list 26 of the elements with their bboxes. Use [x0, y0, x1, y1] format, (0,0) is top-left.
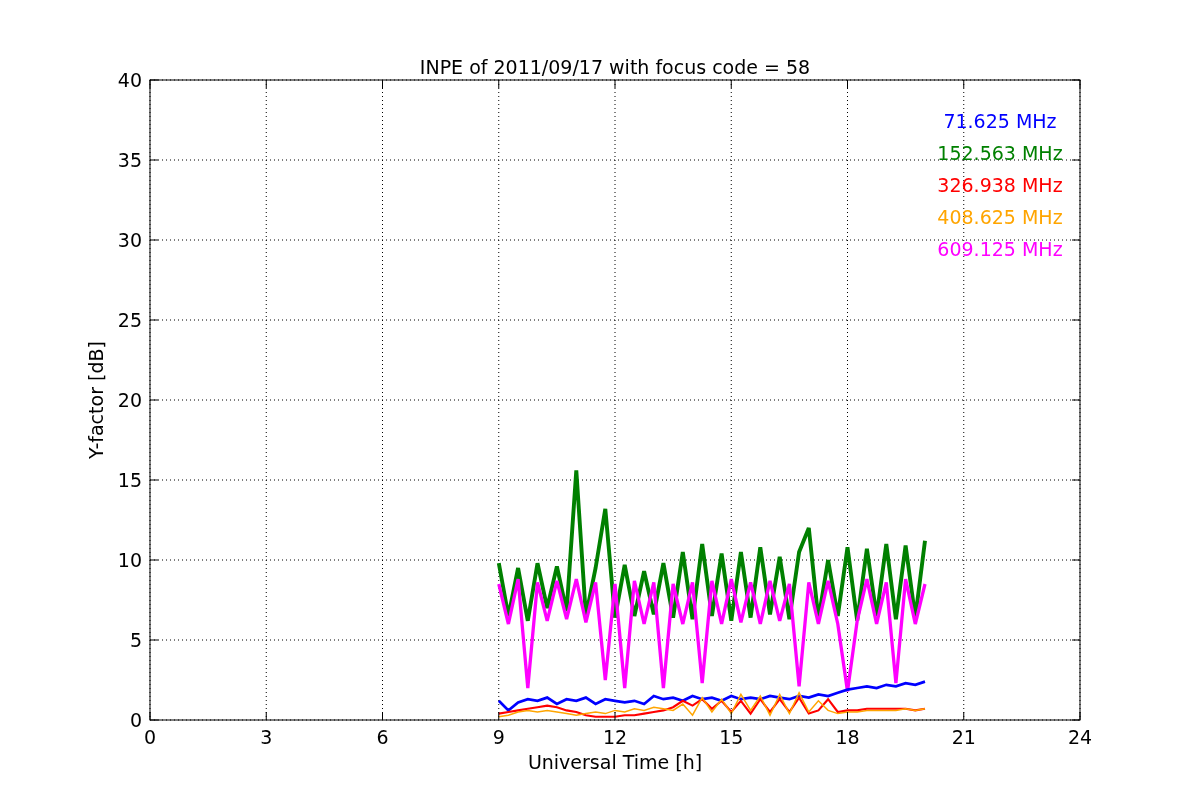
y-tick-label: 35 — [117, 149, 142, 171]
x-tick-label: 21 — [951, 726, 976, 748]
x-axis-label: Universal Time [h] — [527, 751, 703, 773]
y-tick-label: 5 — [129, 629, 142, 651]
y-tick-label: 0 — [129, 709, 142, 731]
legend-label: 152.563 MHz — [937, 142, 1063, 164]
x-tick-label: 15 — [719, 726, 744, 748]
x-tick-label: 3 — [260, 726, 273, 748]
chart-title: INPE of 2011/09/17 with focus code = 58 — [419, 56, 811, 78]
x-tick-label: 6 — [376, 726, 389, 748]
legend-label: 609.125 MHz — [937, 238, 1063, 260]
x-tick-label: 24 — [1067, 726, 1093, 748]
x-tick-label: 9 — [492, 726, 505, 748]
legend-label: 326.938 MHz — [937, 174, 1063, 196]
y-tick-label: 30 — [117, 229, 142, 251]
x-tick-label: 18 — [835, 726, 860, 748]
y-tick-label: 40 — [117, 69, 142, 91]
y-tick-label: 20 — [117, 389, 142, 411]
x-tick-label: 0 — [143, 726, 157, 748]
legend-label: 408.625 MHz — [937, 206, 1063, 228]
y-axis-label: Y-factor [dB] — [85, 341, 107, 459]
y-tick-label: 15 — [117, 469, 142, 491]
y-tick-label: 10 — [117, 549, 142, 571]
legend-label: 71.625 MHz — [943, 110, 1057, 132]
x-tick-label: 12 — [602, 726, 628, 748]
y-tick-label: 25 — [117, 309, 142, 331]
